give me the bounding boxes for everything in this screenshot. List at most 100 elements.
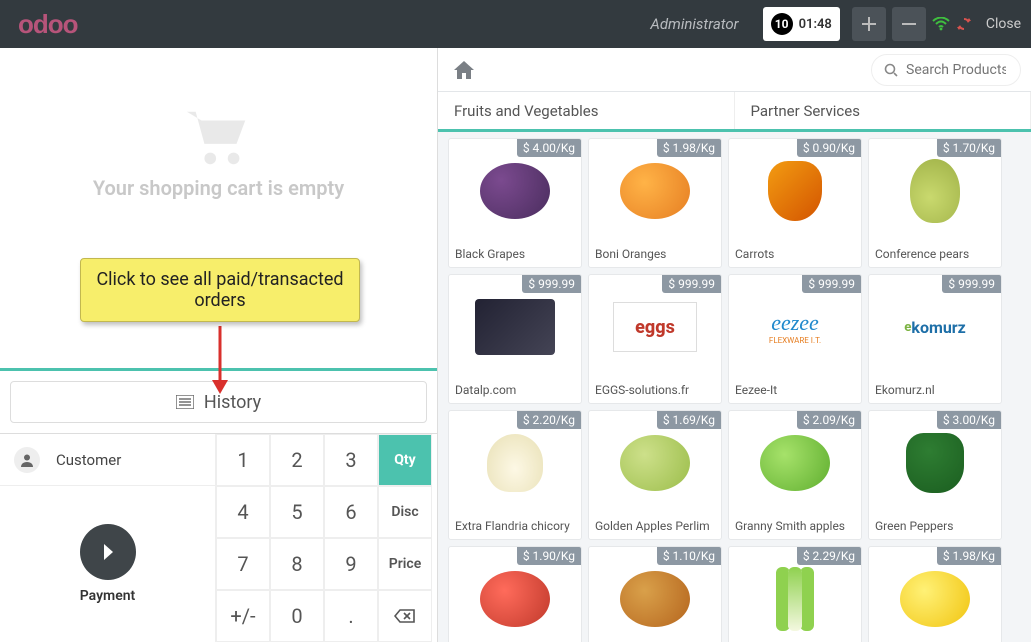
price-tag: $ 2.09/Kg: [797, 411, 861, 429]
product-name: Conference pears: [869, 243, 1001, 267]
price-tag: $ 3.00/Kg: [937, 411, 1001, 429]
product-card[interactable]: $ 2.29/KgLeeks: [728, 546, 862, 642]
numpad-3[interactable]: 3: [324, 434, 378, 486]
action-pad: Customer Payment 1 2 3 Qty 4 5 6 Disc 7: [0, 433, 437, 642]
numpad-2[interactable]: 2: [270, 434, 324, 486]
numpad-plusminus[interactable]: +/-: [216, 590, 270, 642]
product-name: Datalp.com: [449, 379, 581, 403]
plus-icon: [862, 17, 876, 31]
product-name: EGGS-solutions.fr: [589, 379, 721, 403]
product-card[interactable]: $ 4.00/Kg Black Grapes: [448, 138, 582, 268]
search-icon: [884, 63, 898, 77]
product-card[interactable]: $ 999.99eggsEGGS-solutions.fr: [588, 274, 722, 404]
order-time-label: 01:48: [799, 17, 832, 32]
product-panel: Fruits and Vegetables Partner Services $…: [438, 48, 1031, 642]
product-card[interactable]: $ 3.00/Kg Green Peppers: [868, 410, 1002, 540]
product-card[interactable]: $ 1.90/KgIn Cluster Tomatoes: [448, 546, 582, 642]
product-card[interactable]: $ 2.09/Kg Granny Smith apples: [728, 410, 862, 540]
product-card[interactable]: $ 2.20/Kg Extra Flandria chicory: [448, 410, 582, 540]
tutorial-callout: Click to see all paid/transacted orders: [80, 258, 360, 322]
customer-button[interactable]: Customer: [0, 434, 216, 486]
order-tab-current[interactable]: 10 01:48: [763, 7, 840, 41]
home-icon: [454, 61, 474, 79]
category-tab-partner[interactable]: Partner Services: [735, 92, 1031, 129]
remove-order-button[interactable]: [892, 7, 926, 41]
list-icon: [176, 395, 194, 409]
numpad-price[interactable]: Price: [378, 538, 432, 590]
product-grid: $ 4.00/Kg Black Grapes $ 1.98/Kg Boni Orang…: [438, 132, 1031, 642]
payment-button[interactable]: Payment: [0, 486, 216, 642]
category-tabs: Fruits and Vegetables Partner Services: [438, 92, 1031, 132]
sync-icon: [956, 16, 972, 32]
price-tag: $ 999.99: [522, 275, 581, 293]
product-card[interactable]: $ 0.90/Kg Carrots: [728, 138, 862, 268]
numpad-9[interactable]: 9: [324, 538, 378, 590]
product-card[interactable]: $ 999.99ekomurzEkomurz.nl: [868, 274, 1002, 404]
order-number-badge: 10: [771, 13, 793, 35]
product-card[interactable]: $ 999.99eezeeFLEXWARE I.T.Eezee-It: [728, 274, 862, 404]
product-name: Carrots: [729, 243, 861, 267]
price-tag: $ 2.20/Kg: [517, 411, 581, 429]
logo: odoo: [0, 9, 96, 40]
numpad-4[interactable]: 4: [216, 486, 270, 538]
numpad-6[interactable]: 6: [324, 486, 378, 538]
price-tag: $ 1.10/Kg: [657, 547, 721, 565]
price-tag: $ 1.70/Kg: [937, 139, 1001, 157]
product-name: Black Grapes: [449, 243, 581, 267]
search-input[interactable]: [906, 62, 1006, 78]
payment-label: Payment: [80, 588, 136, 604]
price-tag: $ 999.99: [942, 275, 1001, 293]
numpad-qty[interactable]: Qty: [378, 434, 432, 486]
product-name: Extra Flandria chicory: [449, 515, 581, 539]
product-card[interactable]: $ 1.69/Kg Golden Apples Perlim: [588, 410, 722, 540]
add-order-button[interactable]: [852, 7, 886, 41]
price-tag: $ 999.99: [662, 275, 721, 293]
left-panel: Your shopping cart is empty Click to see…: [0, 48, 438, 642]
category-tab-fruits[interactable]: Fruits and Vegetables: [438, 92, 735, 129]
product-card[interactable]: $ 1.70/Kg Conference pears: [868, 138, 1002, 268]
product-name: Eezee-It: [729, 379, 861, 403]
product-name: Ekomurz.nl: [869, 379, 1001, 403]
chevron-right-icon: [97, 541, 119, 563]
price-tag: $ 1.90/Kg: [517, 547, 581, 565]
product-card[interactable]: $ 999.99 Datalp.com: [448, 274, 582, 404]
price-tag: $ 1.98/Kg: [657, 139, 721, 157]
numpad: 1 2 3 Qty 4 5 6 Disc 7 8 9 Price +/- 0 .: [216, 434, 432, 642]
price-tag: $ 999.99: [802, 275, 861, 293]
product-name: Boni Oranges: [589, 243, 721, 267]
arrow-down-icon: [208, 326, 232, 396]
product-name: Golden Apples Perlim: [589, 515, 721, 539]
minus-icon: [902, 17, 916, 31]
numpad-5[interactable]: 5: [270, 486, 324, 538]
price-tag: $ 1.69/Kg: [657, 411, 721, 429]
wifi-icon: [932, 17, 950, 31]
product-card[interactable]: $ 1.10/KgJonagold apples: [588, 546, 722, 642]
price-tag: $ 1.98/Kg: [937, 547, 1001, 565]
cart-empty-text: Your shopping cart is empty: [93, 176, 344, 200]
backspace-icon: [394, 609, 416, 623]
customer-label: Customer: [56, 451, 121, 469]
breadcrumb-bar: [438, 48, 1031, 92]
product-card[interactable]: $ 1.98/Kg Boni Oranges: [588, 138, 722, 268]
connection-status[interactable]: [926, 16, 978, 32]
numpad-dot[interactable]: .: [324, 590, 378, 642]
numpad-disc[interactable]: Disc: [378, 486, 432, 538]
product-card[interactable]: $ 1.98/KgLemon: [868, 546, 1002, 642]
numpad-0[interactable]: 0: [270, 590, 324, 642]
price-tag: $ 2.29/Kg: [797, 547, 861, 565]
cart-area: Your shopping cart is empty Click to see…: [0, 48, 437, 371]
top-bar: odoo Administrator 10 01:48 Close: [0, 0, 1031, 48]
cart-icon: [184, 108, 254, 168]
numpad-8[interactable]: 8: [270, 538, 324, 590]
search-box[interactable]: [871, 54, 1021, 86]
home-button[interactable]: [448, 54, 480, 86]
close-button[interactable]: Close: [978, 16, 1031, 32]
numpad-1[interactable]: 1: [216, 434, 270, 486]
product-name: Granny Smith apples: [729, 515, 861, 539]
numpad-7[interactable]: 7: [216, 538, 270, 590]
price-tag: $ 4.00/Kg: [517, 139, 581, 157]
username-label[interactable]: Administrator: [650, 15, 762, 33]
numpad-backspace[interactable]: [378, 590, 432, 642]
product-name: Green Peppers: [869, 515, 1001, 539]
price-tag: $ 0.90/Kg: [797, 139, 861, 157]
